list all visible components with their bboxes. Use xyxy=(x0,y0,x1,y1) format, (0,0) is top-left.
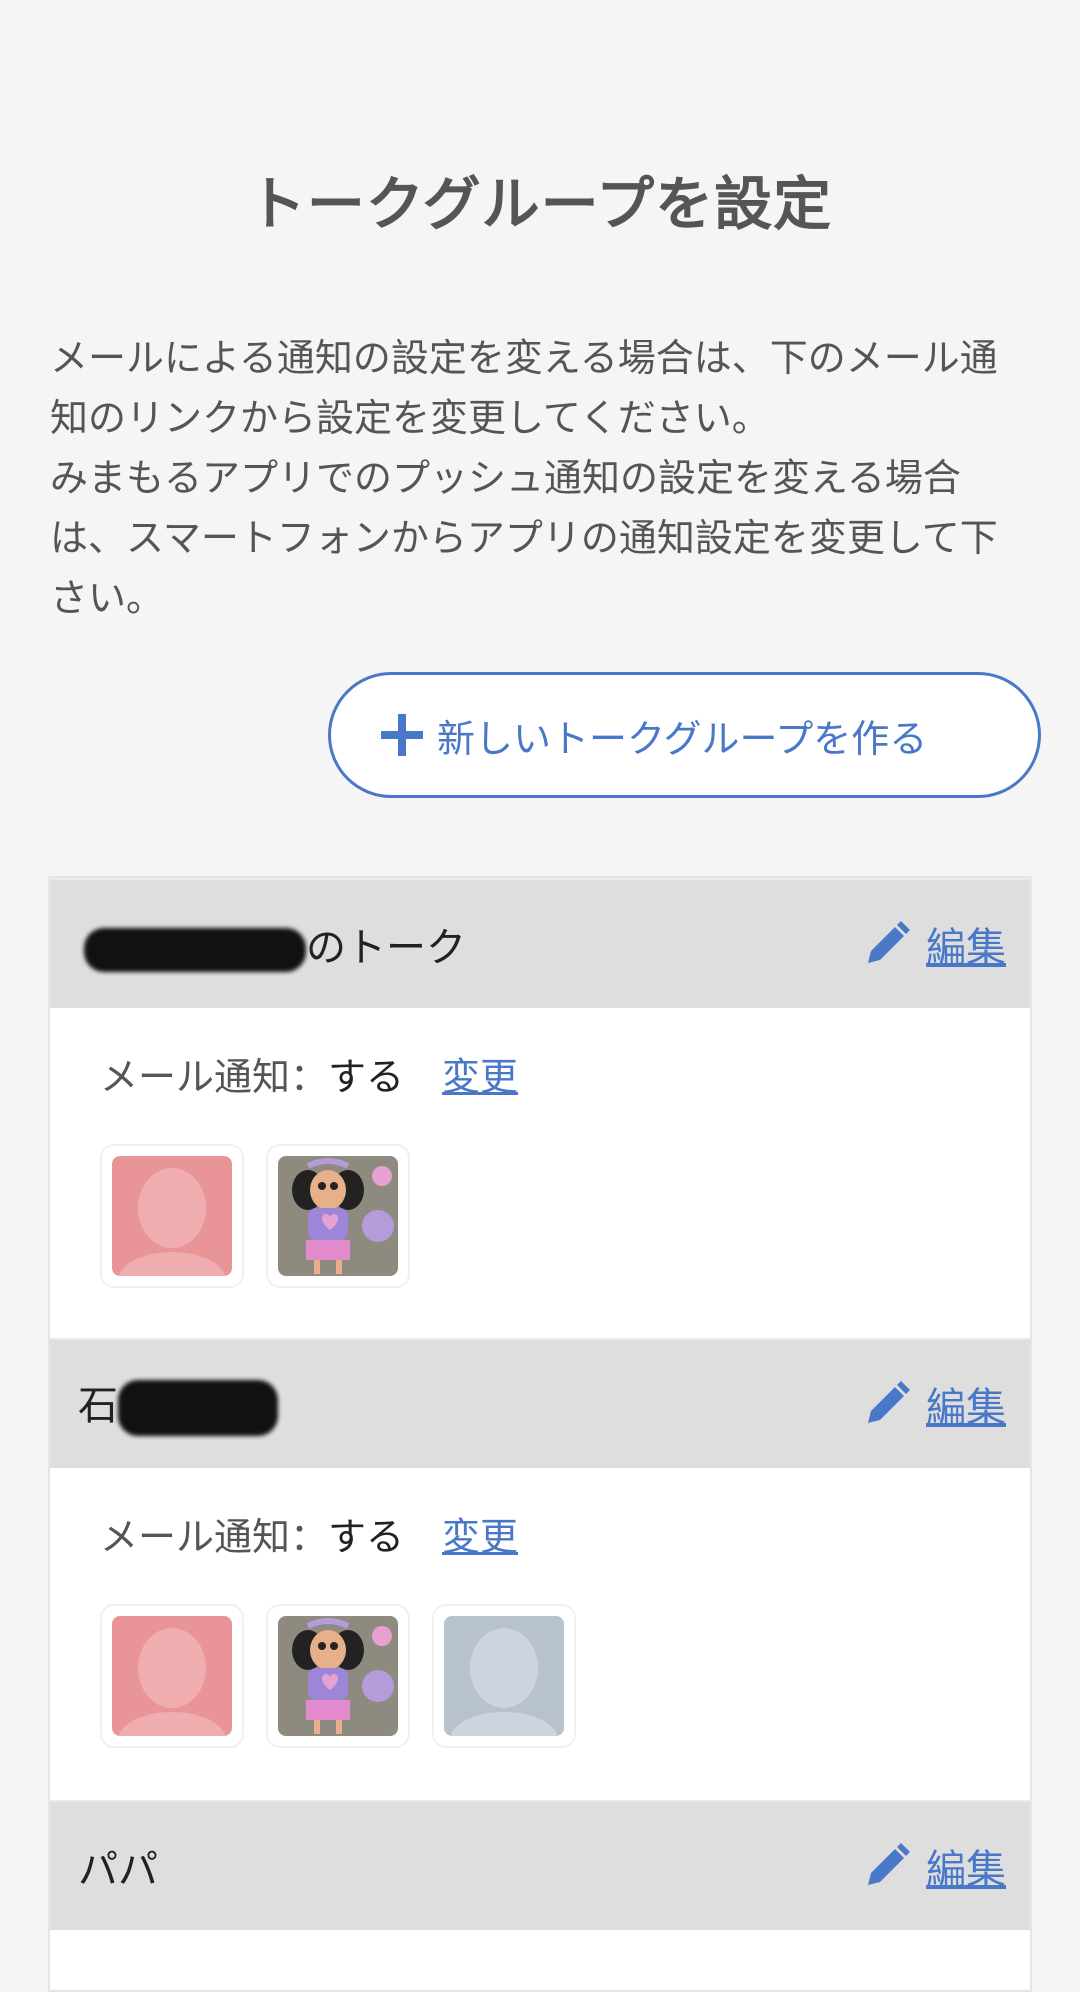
talk-group-body xyxy=(50,1930,1030,1990)
talk-group-body: メール通知： する 変更 xyxy=(50,1468,1030,1800)
child-drawing-avatar xyxy=(278,1156,398,1276)
avatar xyxy=(100,1604,244,1748)
avatar xyxy=(432,1604,576,1748)
page-title: トークグループを設定 xyxy=(247,169,833,238)
default-avatar-icon xyxy=(112,1616,232,1736)
change-notification-link[interactable]: 変更 xyxy=(442,1046,518,1101)
child-drawing-avatar xyxy=(278,1616,398,1736)
talk-group-list: のトーク 編集 メール通知： する 変更 石 編集 メール通知： する 変更 パ… xyxy=(48,876,1032,1992)
avatar xyxy=(100,1144,244,1288)
new-talk-group-button[interactable]: 新しいトークグループを作る xyxy=(328,672,1041,798)
email-notification-row: メール通知： する 変更 xyxy=(100,1506,1030,1561)
default-avatar-icon xyxy=(112,1156,232,1276)
talk-group-name: のトーク xyxy=(78,915,466,973)
change-notification-link[interactable]: 変更 xyxy=(442,1506,518,1561)
talk-group-header: 石 編集 xyxy=(50,1338,1030,1468)
member-avatars xyxy=(100,1604,1030,1748)
redacted-name xyxy=(118,1379,278,1436)
talk-group-body: メール通知： する 変更 xyxy=(50,1008,1030,1338)
talk-group-name: 石 xyxy=(78,1373,278,1436)
description-push: みまもるアプリでのプッシュ通知の設定を変える場合は、スマートフォンからアプリの通… xyxy=(50,456,998,620)
avatar xyxy=(266,1604,410,1748)
talk-group-header: のトーク 編集 xyxy=(50,878,1030,1008)
redacted-name xyxy=(84,928,306,972)
pencil-icon xyxy=(862,1841,912,1891)
edit-group-button[interactable]: 編集 xyxy=(862,1837,1006,1895)
edit-label: 編集 xyxy=(926,1385,1006,1431)
email-notification-value: する xyxy=(328,1514,405,1559)
email-notification-row: メール通知： する 変更 xyxy=(100,1046,1030,1101)
member-avatars xyxy=(100,1144,1030,1288)
talk-group-header: パパ 編集 xyxy=(50,1800,1030,1930)
edit-group-button[interactable]: 編集 xyxy=(862,1375,1006,1433)
new-talk-group-label: 新しいトークグループを作る xyxy=(437,716,928,761)
description-email: メールによる通知の設定を変える場合は、下のメール通知のリンクから設定を変更してく… xyxy=(50,336,998,440)
talk-group-name: パパ xyxy=(78,1847,158,1893)
default-avatar-icon xyxy=(444,1616,564,1736)
pencil-icon xyxy=(862,919,912,969)
email-notification-label: メール通知： xyxy=(100,1054,329,1099)
plus-icon xyxy=(379,712,425,758)
email-notification-value: する xyxy=(328,1054,405,1099)
edit-group-button[interactable]: 編集 xyxy=(862,915,1006,973)
pencil-icon xyxy=(862,1379,912,1429)
edit-label: 編集 xyxy=(926,925,1006,971)
notification-description: メールによる通知の設定を変える場合は、下のメール通知のリンクから設定を変更してく… xyxy=(50,328,1035,628)
avatar xyxy=(266,1144,410,1288)
email-notification-label: メール通知： xyxy=(100,1514,329,1559)
edit-label: 編集 xyxy=(926,1847,1006,1893)
